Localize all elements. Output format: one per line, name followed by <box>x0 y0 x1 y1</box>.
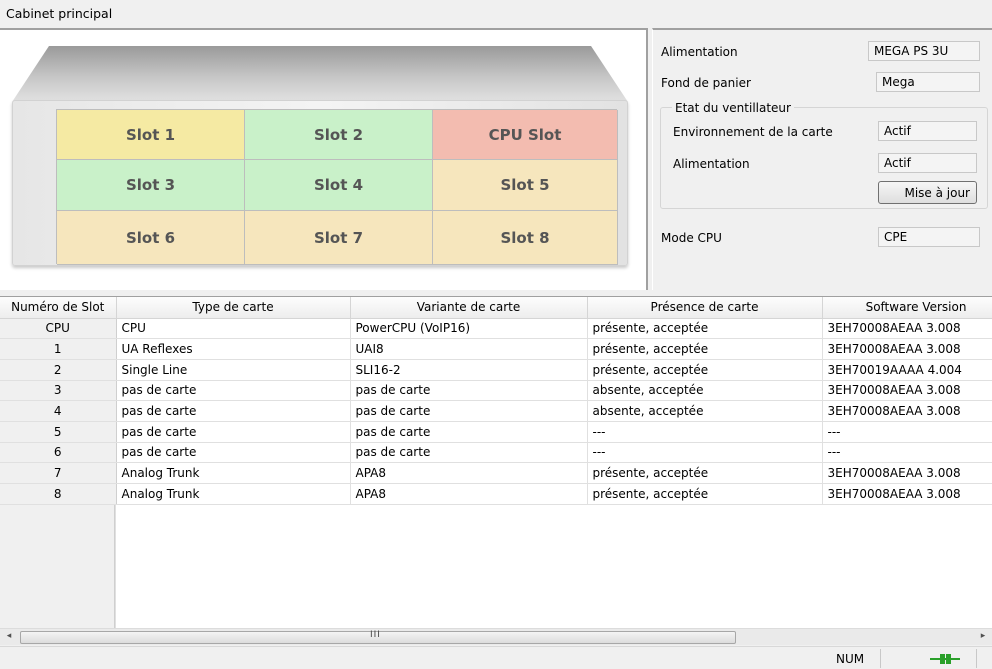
slot-cpu[interactable]: CPU Slot <box>433 110 618 160</box>
column-header-card-type[interactable]: Type de carte <box>116 297 351 319</box>
slot-number-cell: 1 <box>0 338 117 360</box>
environnement-label: Environnement de la carte <box>673 125 833 139</box>
table-row[interactable]: 4 pas de carte pas de carte absente, accept… <box>0 400 992 422</box>
slot-number-cell: 8 <box>0 483 117 505</box>
card-presence-cell: absente, acceptée <box>587 400 823 422</box>
column-header-slot-number[interactable]: Numéro de Slot <box>0 297 117 319</box>
status-bar: NUM <box>0 646 992 669</box>
table-row[interactable]: 6 pas de carte pas de carte --- --- <box>0 442 992 464</box>
card-variant-cell: pas de carte <box>350 380 588 402</box>
slot-6[interactable]: Slot 6 <box>57 211 245 265</box>
cabinet-top <box>12 46 628 102</box>
fond-de-panier-label: Fond de panier <box>661 76 751 90</box>
horizontal-scrollbar[interactable]: ◂ III ▸ <box>0 628 992 645</box>
ventilateur-alimentation-value: Actif <box>878 153 977 173</box>
card-type-cell: Analog Trunk <box>116 483 351 505</box>
card-presence-cell: présente, acceptée <box>587 359 823 381</box>
software-version-cell: --- <box>822 442 992 464</box>
table-row[interactable]: CPU CPU PowerCPU (VoIP16) présente, accepté… <box>0 318 992 340</box>
slot-5[interactable]: Slot 5 <box>433 160 618 211</box>
slot-2[interactable]: Slot 2 <box>245 110 433 160</box>
table-row[interactable]: 3 pas de carte pas de carte absente, accept… <box>0 380 992 402</box>
card-type-cell: pas de carte <box>116 442 351 464</box>
table-row[interactable]: 1 UA Reflexes UAI8 présente, acceptée 3EH700… <box>0 338 992 360</box>
card-variant-cell: pas de carte <box>350 421 588 443</box>
ventilateur-alimentation-label: Alimentation <box>673 157 750 171</box>
column-header-card-variant[interactable]: Variante de carte <box>350 297 588 319</box>
status-separator <box>880 649 881 668</box>
scroll-right-arrow-icon[interactable]: ▸ <box>976 631 990 644</box>
slot-table-container: Numéro de Slot Type de carte Variante de… <box>0 296 992 628</box>
software-version-cell: 3EH70019AAAA 4.004 <box>822 359 992 381</box>
row-header-filler <box>0 505 115 628</box>
slot-4[interactable]: Slot 4 <box>245 160 433 211</box>
card-variant-cell: UAI8 <box>350 338 588 360</box>
mode-cpu-label: Mode CPU <box>661 231 722 245</box>
mode-cpu-value: CPE <box>878 227 980 247</box>
table-header-row: Numéro de Slot Type de carte Variante de… <box>0 297 992 319</box>
table-row[interactable]: 7 Analog Trunk APA8 présente, acceptée 3EH70… <box>0 462 992 484</box>
alimentation-value: MEGA PS 3U <box>868 41 980 61</box>
card-presence-cell: présente, acceptée <box>587 338 823 360</box>
ventilateur-legend: Etat du ventillateur <box>672 101 794 115</box>
slot-table: Numéro de Slot Type de carte Variante de… <box>0 297 992 505</box>
software-version-cell: 3EH70008AEAA 3.008 <box>822 338 992 360</box>
card-variant-cell: pas de carte <box>350 442 588 464</box>
scrollbar-grip-icon: III <box>370 630 381 640</box>
software-version-cell: 3EH70008AEAA 3.008 <box>822 318 992 340</box>
card-presence-cell: présente, acceptée <box>587 318 823 340</box>
table-row[interactable]: 5 pas de carte pas de carte --- --- <box>0 421 992 443</box>
slot-number-cell: 4 <box>0 400 117 422</box>
card-type-cell: Single Line <box>116 359 351 381</box>
scrollbar-thumb[interactable]: III <box>20 630 736 644</box>
card-variant-cell: PowerCPU (VoIP16) <box>350 318 588 340</box>
slot-8[interactable]: Slot 8 <box>433 211 618 265</box>
update-button[interactable]: Mise à jour <box>878 181 977 204</box>
card-presence-cell: présente, acceptée <box>587 483 823 505</box>
card-type-cell: Analog Trunk <box>116 462 351 484</box>
slot-number-cell: 3 <box>0 380 117 402</box>
slot-number-cell: CPU <box>0 318 117 340</box>
software-version-cell: 3EH70008AEAA 3.008 <box>822 380 992 402</box>
software-version-cell: 3EH70008AEAA 3.008 <box>822 400 992 422</box>
slot-number-cell: 5 <box>0 421 117 443</box>
alimentation-label: Alimentation <box>661 45 738 59</box>
slot-1[interactable]: Slot 1 <box>57 110 245 160</box>
card-type-cell: CPU <box>116 318 351 340</box>
card-variant-cell: SLI16-2 <box>350 359 588 381</box>
slot-number-cell: 6 <box>0 442 117 464</box>
table-row[interactable]: 8 Analog Trunk APA8 présente, acceptée 3EH70… <box>0 483 992 505</box>
status-separator <box>976 649 977 668</box>
column-header-software-version[interactable]: Software Version <box>822 297 992 319</box>
num-lock-indicator: NUM <box>836 652 865 666</box>
card-variant-cell: pas de carte <box>350 400 588 422</box>
card-presence-cell: --- <box>587 421 823 443</box>
card-variant-cell: APA8 <box>350 483 588 505</box>
slot-number-cell: 2 <box>0 359 117 381</box>
window-title: Cabinet principal <box>6 6 113 21</box>
connection-icon <box>930 654 960 664</box>
fond-de-panier-value: Mega <box>876 72 980 92</box>
software-version-cell: --- <box>822 421 992 443</box>
card-presence-cell: présente, acceptée <box>587 462 823 484</box>
scroll-left-arrow-icon[interactable]: ◂ <box>2 631 16 644</box>
card-type-cell: UA Reflexes <box>116 338 351 360</box>
slot-7[interactable]: Slot 7 <box>245 211 433 265</box>
card-presence-cell: absente, acceptée <box>587 380 823 402</box>
environnement-value: Actif <box>878 121 977 141</box>
column-header-card-presence[interactable]: Présence de carte <box>587 297 823 319</box>
card-type-cell: pas de carte <box>116 380 351 402</box>
software-version-cell: 3EH70008AEAA 3.008 <box>822 462 992 484</box>
slot-number-cell: 7 <box>0 462 117 484</box>
software-version-cell: 3EH70008AEAA 3.008 <box>822 483 992 505</box>
card-type-cell: pas de carte <box>116 421 351 443</box>
table-row[interactable]: 2 Single Line SLI16-2 présente, acceptée 3EH… <box>0 359 992 381</box>
card-variant-cell: APA8 <box>350 462 588 484</box>
column-divider <box>115 505 116 628</box>
card-type-cell: pas de carte <box>116 400 351 422</box>
slot-3[interactable]: Slot 3 <box>57 160 245 211</box>
slot-grid: Slot 1 Slot 2 CPU Slot Slot 3 Slot 4 Slo… <box>56 109 618 265</box>
card-presence-cell: --- <box>587 442 823 464</box>
app-window: Cabinet principal Slot 1 Slot 2 CPU Slot… <box>0 0 992 669</box>
